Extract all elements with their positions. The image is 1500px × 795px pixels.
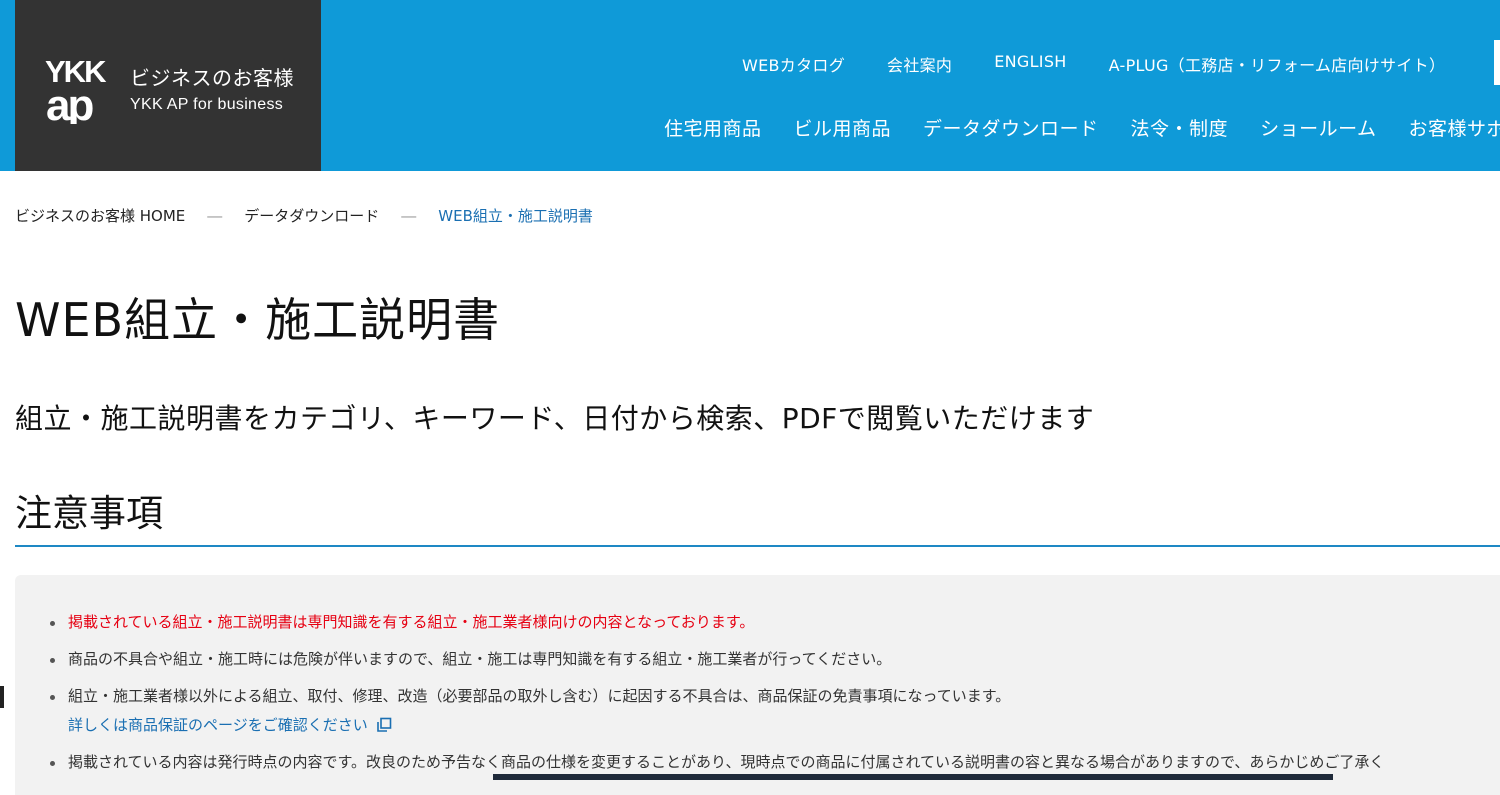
util-nav-english[interactable]: ENGLISH [994,52,1066,76]
notice-item-text: 組立・施工業者様以外による組立、取付、修理、改造（必要部品の取外し含む）に起因す… [68,687,1010,705]
breadcrumb-home[interactable]: ビジネスのお客様 HOME [15,205,185,226]
main-nav-law[interactable]: 法令・制度 [1131,114,1229,141]
logo-title-en: YKK AP for business [130,96,283,114]
main-nav: 住宅用商品 ビル用商品 データダウンロード 法令・制度 ショールーム お客様サポ [664,114,1500,141]
page-title: WEB組立・施工説明書 [15,284,500,350]
ykk-ap-logo: YKK ap [45,52,117,124]
warranty-link-label: 詳しくは商品保証のページをご確認ください [68,714,368,736]
breadcrumb-separator: ― [401,207,416,225]
warranty-link[interactable]: 詳しくは商品保証のページをご確認ください [68,714,392,736]
main-nav-housing[interactable]: 住宅用商品 [664,114,762,141]
main-nav-support[interactable]: お客様サポ [1409,114,1500,141]
notice-item-text: 掲載されている組立・施工説明書は専門知識を有する組立・施工業者様向けの内容となっ… [68,613,754,631]
breadcrumb-separator: ― [207,207,222,225]
util-nav-web-catalog[interactable]: WEBカタログ [742,52,845,76]
notice-item: 組立・施工業者様以外による組立、取付、修理、改造（必要部品の取外し含む）に起因す… [52,685,1384,736]
util-nav-a-plug[interactable]: A-PLUG（工務店・リフォーム店向けサイト） [1109,52,1446,76]
notice-item: 掲載されている組立・施工説明書は専門知識を有する組立・施工業者様向けの内容となっ… [52,611,1384,633]
breadcrumb: ビジネスのお客様 HOME ― データダウンロード ― WEB組立・施工説明書 [15,205,593,226]
notice-item-text: 掲載されている内容は発行時点の内容です。改良のため予告なく商品の仕様を変更するこ… [68,753,1384,771]
logo-link[interactable]: YKK ap ビジネスのお客様 YKK AP for business [15,0,321,171]
notice-item: 商品の不具合や組立・施工時には危険が伴いますので、組立・施工は専門知識を有する組… [52,648,1384,670]
page-lead: 組立・施工説明書をカテゴリ、キーワード、日付から検索、PDFで閲覧いただけます [15,397,1094,437]
section-divider [15,545,1500,547]
left-edge-marker [0,686,4,708]
logo-title-jp: ビジネスのお客様 [130,62,294,91]
notice-item: 掲載されている内容は発行時点の内容です。改良のため予告なく商品の仕様を変更するこ… [52,751,1384,773]
notice-list: 掲載されている組立・施工説明書は専門知識を有する組立・施工業者様向けの内容となっ… [52,611,1384,788]
bottom-overlay-bar [493,774,1333,780]
main-nav-building[interactable]: ビル用商品 [794,114,892,141]
notice-item-text: 商品の不具合や組立・施工時には危険が伴いますので、組立・施工は専門知識を有する組… [68,650,891,668]
breadcrumb-download[interactable]: データダウンロード [244,205,379,226]
breadcrumb-current: WEB組立・施工説明書 [438,205,593,226]
utility-nav: WEBカタログ 会社案内 ENGLISH A-PLUG（工務店・リフォーム店向け… [742,52,1487,76]
header-scroll-edge [1494,40,1500,85]
external-window-icon [376,717,392,733]
svg-text:ap: ap [46,81,93,124]
util-nav-company[interactable]: 会社案内 [887,52,952,76]
main-nav-download[interactable]: データダウンロード [923,114,1099,141]
main-nav-showroom[interactable]: ショールーム [1260,114,1376,141]
notice-heading: 注意事項 [15,483,163,537]
site-header: YKK ap ビジネスのお客様 YKK AP for business WEBカ… [0,0,1500,171]
